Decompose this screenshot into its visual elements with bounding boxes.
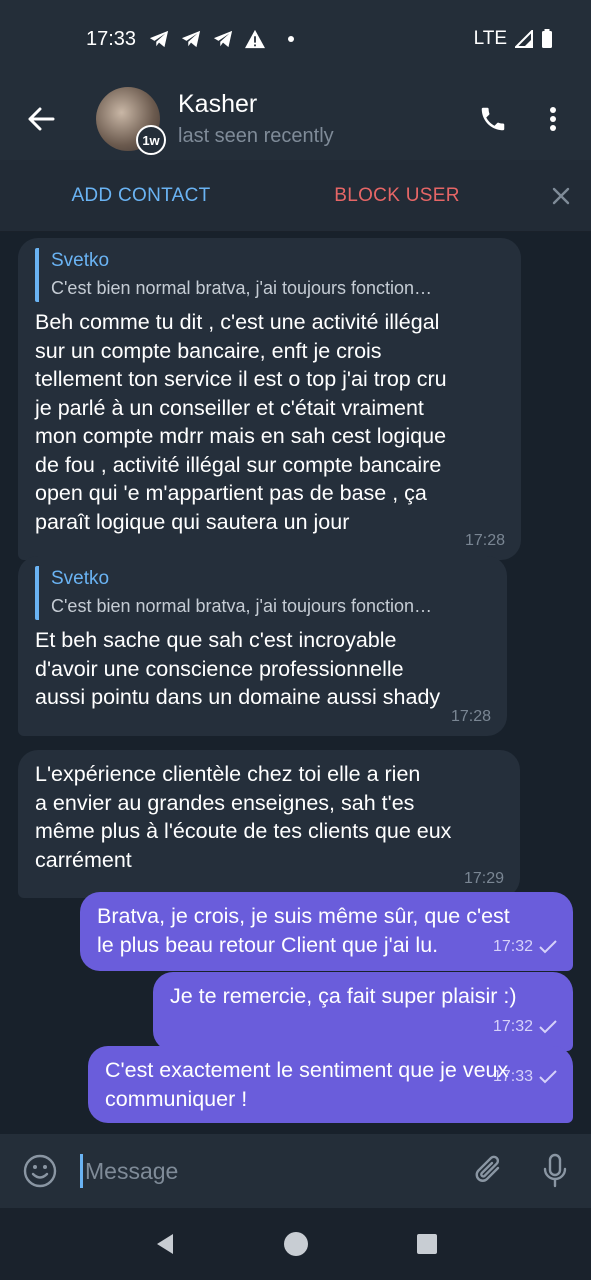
status-notification-icons [148,29,295,49]
network-type: LTE [473,28,507,49]
paperclip-icon [475,1155,500,1182]
call-button[interactable] [463,89,523,149]
text-cursor [80,1154,83,1188]
check-icon [539,940,557,954]
message-text: Et beh sache que sah c'est incroyable d'… [35,628,441,709]
message-placeholder: Message [85,1157,179,1184]
contact-action-bar: ADD CONTACT BLOCK USER [0,160,591,232]
message-bubble-outgoing[interactable]: Bratva, je crois, je suis même sûr, que … [80,892,573,971]
more-vertical-icon [550,107,556,131]
message-bubble-incoming[interactable]: Svetko C'est bien normal bratva, j'ai to… [18,556,507,736]
reply-author: Svetko [51,568,110,589]
nav-home-icon[interactable] [283,1231,309,1257]
back-button[interactable] [0,78,82,160]
message-text: Beh comme tu dit , c'est une activité il… [35,310,447,534]
reply-text: C'est bien normal bratva, j'ai toujours … [51,278,433,298]
chat-header: 1w Kasher last seen recently [0,78,591,160]
message-time: 17:32 [492,937,533,955]
notification-dot-icon [288,36,295,42]
close-action-bar-button[interactable] [531,187,591,205]
message-text: Je te remercie, ça fait super plaisir :) [170,984,517,1008]
message-bubble-incoming[interactable]: Svetko C'est bien normal bratva, j'ai to… [18,238,521,560]
reply-text: C'est bien normal bratva, j'ai toujours … [51,596,433,616]
check-icon [539,1020,557,1034]
nav-recents-icon[interactable] [416,1233,438,1255]
message-time: 17:32 [492,1017,533,1035]
telegram-notification-icon [149,30,169,48]
message-text: Bratva, je crois, je suis même sûr, que … [97,904,510,957]
reply-author: Svetko [51,250,110,271]
chat-messages[interactable]: Svetko C'est bien normal bratva, j'ai to… [0,232,591,1134]
message-bubble-outgoing[interactable]: Je te remercie, ça fait super plaisir :)… [153,972,573,1051]
emoji-button[interactable] [0,1154,80,1188]
reply-preview[interactable]: Svetko C'est bien normal bratva, j'ai to… [35,248,505,302]
message-bubble-incoming[interactable]: L'expérience clientèle chez toi elle a r… [18,750,520,898]
arrow-left-icon [28,107,55,131]
status-bar: 17:33 LTE [0,0,591,78]
check-icon [539,1070,557,1084]
contact-status: last seen recently [178,125,334,147]
battery-icon [542,29,552,48]
warning-icon [245,29,266,49]
status-time: 17:33 [86,27,137,50]
message-bubble-outgoing[interactable]: C'est exactement le sentiment que je veu… [88,1046,573,1123]
message-text: C'est exactement le sentiment que je veu… [105,1058,509,1111]
avatar[interactable]: 1w [96,87,166,155]
contact-info[interactable]: Kasher last seen recently [178,90,334,148]
system-navigation-bar [0,1208,591,1280]
story-badge: 1w [136,125,166,155]
emoji-icon [23,1154,57,1188]
telegram-notification-icon [213,30,233,48]
message-composer: Message [0,1134,591,1208]
microphone-icon [543,1153,567,1188]
contact-name: Kasher [178,90,258,118]
nav-back-icon[interactable] [153,1232,177,1256]
message-meta: 17:32 [493,933,557,962]
telegram-notification-icon [181,30,201,48]
attach-button[interactable] [459,1154,519,1188]
message-text: L'expérience clientèle chez toi elle a r… [35,762,452,872]
more-menu-button[interactable] [523,89,583,149]
block-user-button[interactable]: BLOCK USER [282,185,512,207]
close-icon [552,187,570,204]
message-input[interactable]: Message [80,1154,459,1188]
phone-icon [481,107,505,131]
add-contact-button[interactable]: ADD CONTACT [0,185,282,207]
voice-record-button[interactable] [519,1153,591,1189]
signal-icon [515,30,533,48]
message-meta: 17:32 [493,1013,557,1042]
reply-preview[interactable]: Svetko C'est bien normal bratva, j'ai to… [35,566,491,620]
